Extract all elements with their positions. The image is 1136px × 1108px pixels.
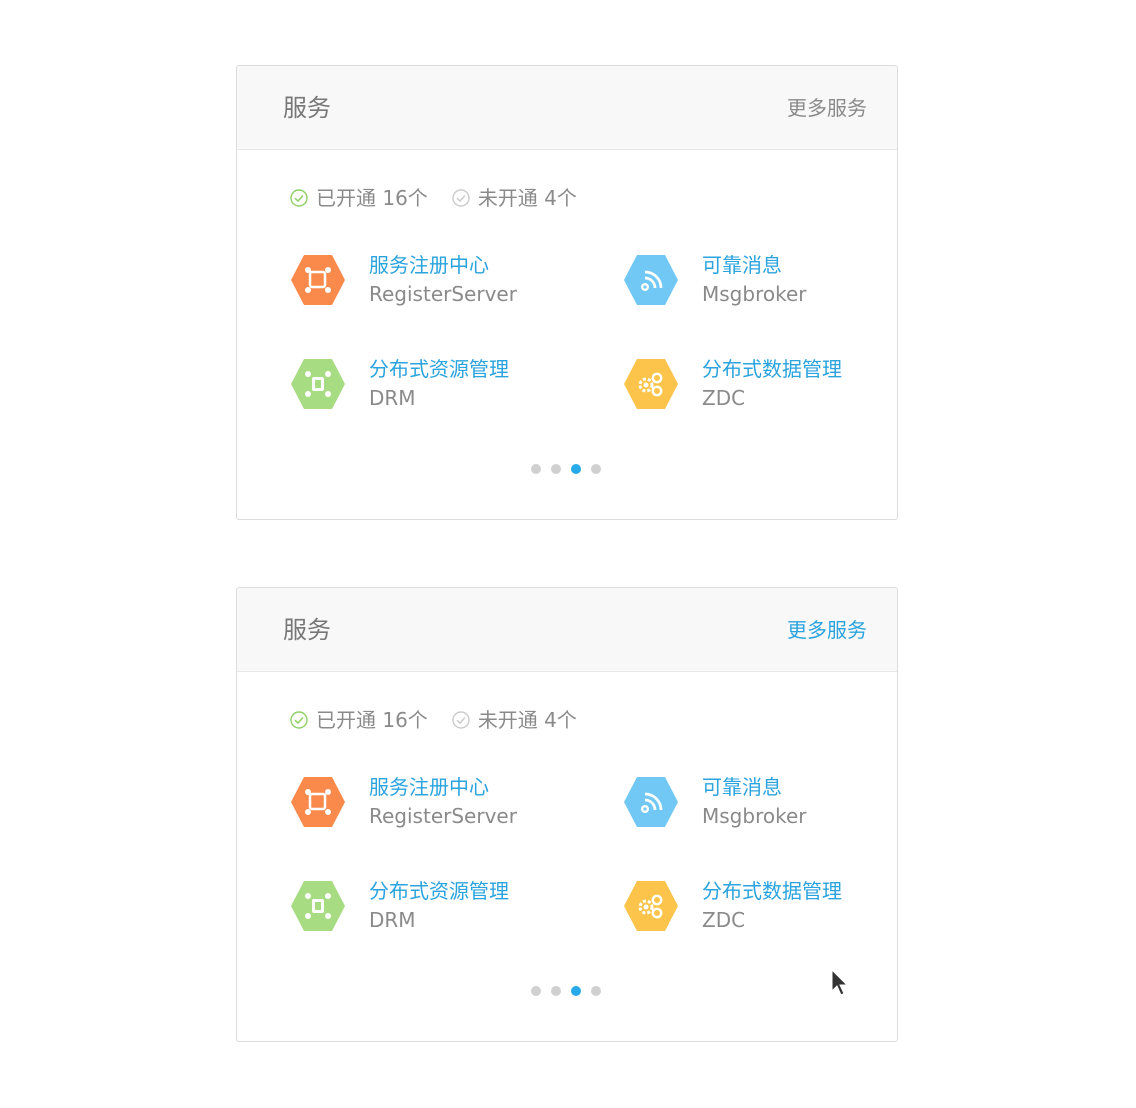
unopened-status: 未开通 4个 xyxy=(452,706,577,734)
check-circle-icon xyxy=(290,711,308,729)
service-code: Msgbroker xyxy=(702,282,807,306)
page-dot-4[interactable] xyxy=(591,464,601,474)
unopened-status: 未开通 4个 xyxy=(452,184,577,212)
card-header: 服务 更多服务 xyxy=(237,588,897,672)
service-code: Msgbroker xyxy=(702,804,807,828)
rss-gear-icon xyxy=(624,255,678,305)
status-row: 已开通 16个 未开通 4个 xyxy=(290,706,601,734)
check-circle-icon xyxy=(452,711,470,729)
resource-hub-icon xyxy=(291,359,345,409)
service-code: DRM xyxy=(369,908,416,932)
service-name: 分布式资源管理 xyxy=(369,879,509,903)
page-dot-4[interactable] xyxy=(591,986,601,996)
page-dot-2[interactable] xyxy=(551,986,561,996)
page-dot-3[interactable] xyxy=(571,464,581,474)
service-zdc[interactable]: 分布式数据管理 ZDC xyxy=(623,877,897,937)
service-name: 服务注册中心 xyxy=(369,775,489,799)
check-circle-icon xyxy=(290,189,308,207)
gears-icon xyxy=(624,359,678,409)
network-nodes-icon xyxy=(291,255,345,305)
service-code: ZDC xyxy=(702,908,746,932)
opened-count: 已开通 16个 xyxy=(316,186,428,210)
service-name: 分布式资源管理 xyxy=(369,357,509,381)
card-title: 服务 xyxy=(283,94,331,122)
service-name: 服务注册中心 xyxy=(369,253,489,277)
service-register-server[interactable]: 服务注册中心 RegisterServer xyxy=(290,773,590,833)
page-dot-1[interactable] xyxy=(531,986,541,996)
service-name: 可靠消息 xyxy=(702,775,782,799)
opened-count: 已开通 16个 xyxy=(316,708,428,732)
check-circle-icon xyxy=(452,189,470,207)
unopened-count: 未开通 4个 xyxy=(477,186,577,210)
resource-hub-icon xyxy=(291,881,345,931)
service-register-server[interactable]: 服务注册中心 RegisterServer xyxy=(290,251,590,311)
more-services-link[interactable]: 更多服务 xyxy=(787,94,867,122)
opened-status: 已开通 16个 xyxy=(290,706,428,734)
gears-icon xyxy=(624,881,678,931)
card-header: 服务 更多服务 xyxy=(237,66,897,150)
services-card-hover: 服务 更多服务 已开通 16个 未开通 4个 服务注册中心 RegisterSe… xyxy=(236,587,898,1042)
service-zdc[interactable]: 分布式数据管理 ZDC xyxy=(623,355,897,415)
service-code: DRM xyxy=(369,386,416,410)
network-nodes-icon xyxy=(291,777,345,827)
services-card: 服务 更多服务 已开通 16个 未开通 4个 服务注册中心 RegisterSe… xyxy=(236,65,898,520)
pagination-dots xyxy=(531,464,611,474)
status-row: 已开通 16个 未开通 4个 xyxy=(290,184,601,212)
page-dot-1[interactable] xyxy=(531,464,541,474)
card-title: 服务 xyxy=(283,616,331,644)
mouse-pointer-icon xyxy=(831,969,849,996)
service-drm[interactable]: 分布式资源管理 DRM xyxy=(290,877,590,937)
service-msgbroker[interactable]: 可靠消息 Msgbroker xyxy=(623,773,897,833)
page-dot-3[interactable] xyxy=(571,986,581,996)
service-code: ZDC xyxy=(702,386,746,410)
more-services-link[interactable]: 更多服务 xyxy=(787,616,867,644)
service-name: 可靠消息 xyxy=(702,253,782,277)
service-drm[interactable]: 分布式资源管理 DRM xyxy=(290,355,590,415)
opened-status: 已开通 16个 xyxy=(290,184,428,212)
rss-gear-icon xyxy=(624,777,678,827)
service-msgbroker[interactable]: 可靠消息 Msgbroker xyxy=(623,251,897,311)
pagination-dots xyxy=(531,986,611,996)
service-code: RegisterServer xyxy=(369,282,517,306)
page-dot-2[interactable] xyxy=(551,464,561,474)
service-code: RegisterServer xyxy=(369,804,517,828)
service-name: 分布式数据管理 xyxy=(702,357,842,381)
service-name: 分布式数据管理 xyxy=(702,879,842,903)
unopened-count: 未开通 4个 xyxy=(477,708,577,732)
